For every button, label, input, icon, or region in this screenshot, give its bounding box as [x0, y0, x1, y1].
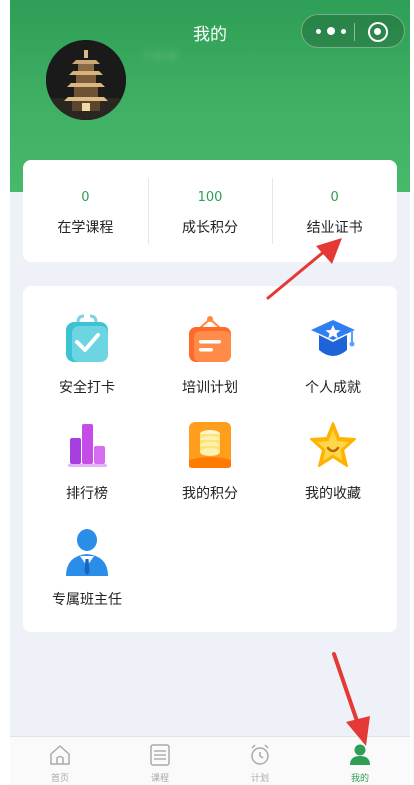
menu-label: 我的收藏: [305, 486, 361, 502]
stat-points[interactable]: 100 成长积分: [147, 160, 273, 262]
stats-card: 0 在学课程 100 成长积分 0 结业证书: [23, 160, 397, 262]
stat-label: 在学课程: [57, 220, 114, 236]
menu-label: 安全打卡: [59, 380, 115, 396]
list-icon: [150, 744, 170, 766]
stat-courses[interactable]: 0 在学课程: [23, 160, 148, 262]
tab-label: 课程: [150, 774, 169, 784]
alarm-clock-icon: [251, 744, 269, 765]
stat-label: 结业证书: [306, 220, 363, 236]
annotation-arrow-mine-tab: [332, 652, 370, 746]
capsule-divider: [354, 23, 355, 41]
coins-icon: [189, 422, 231, 468]
home-icon: [50, 745, 70, 765]
close-miniprogram-icon[interactable]: [368, 22, 388, 42]
tab-mine[interactable]: 我的: [310, 737, 410, 785]
star-icon: [310, 422, 356, 467]
menu-item-safety-checkin[interactable]: 安全打卡: [25, 314, 149, 404]
menu-item-favorites[interactable]: 我的收藏: [271, 420, 395, 510]
menu-item-training-plan[interactable]: 培训计划: [148, 314, 272, 404]
check-bag-icon: [66, 314, 108, 362]
mini-program-capsule: [301, 14, 405, 48]
graduation-cap-icon: [311, 320, 355, 356]
menu-item-achievements[interactable]: 个人成就: [271, 314, 395, 404]
tab-label: 首页: [50, 774, 69, 784]
app-frame: 我的 ' '' '' 0 在学课程 100 成长积分 0 结业证书 安全打卡 培…: [10, 0, 410, 785]
menu-label: 排行榜: [66, 486, 108, 502]
person-icon: [350, 744, 370, 765]
tab-plan[interactable]: 计划: [210, 737, 310, 785]
avatar[interactable]: [46, 40, 126, 120]
tab-home[interactable]: 首页: [10, 737, 110, 785]
menu-label: 我的积分: [182, 486, 238, 502]
menu-item-leaderboard[interactable]: 排行榜: [25, 420, 149, 510]
bar-chart-icon: [68, 424, 107, 467]
tab-label: 计划: [250, 774, 269, 784]
more-menu-icon[interactable]: [316, 24, 346, 38]
tab-bar: 首页 课程 计划 我的: [10, 736, 410, 785]
pagoda-photo: [46, 40, 126, 120]
stat-value: 0: [330, 190, 339, 205]
stat-certificates[interactable]: 0 结业证书: [272, 160, 397, 262]
tab-courses[interactable]: 课程: [110, 737, 210, 785]
plan-board-icon: [189, 316, 231, 362]
stat-value: 100: [197, 190, 223, 205]
menu-item-class-teacher[interactable]: 专属班主任: [25, 526, 149, 616]
teacher-icon: [66, 529, 108, 576]
menu-item-my-points[interactable]: 我的积分: [148, 420, 272, 510]
menu-label: 培训计划: [182, 380, 238, 396]
stat-label: 成长积分: [182, 220, 238, 236]
tab-label: 我的: [350, 774, 369, 784]
stat-value: 0: [81, 190, 90, 205]
menu-label: 个人成就: [305, 380, 361, 396]
menu-label: 专属班主任: [52, 592, 122, 608]
username: ' '' '': [144, 50, 177, 69]
feature-grid: 安全打卡 培训计划 个人成就 排行榜 我的积分 我的收藏 专属班主任: [23, 286, 397, 632]
